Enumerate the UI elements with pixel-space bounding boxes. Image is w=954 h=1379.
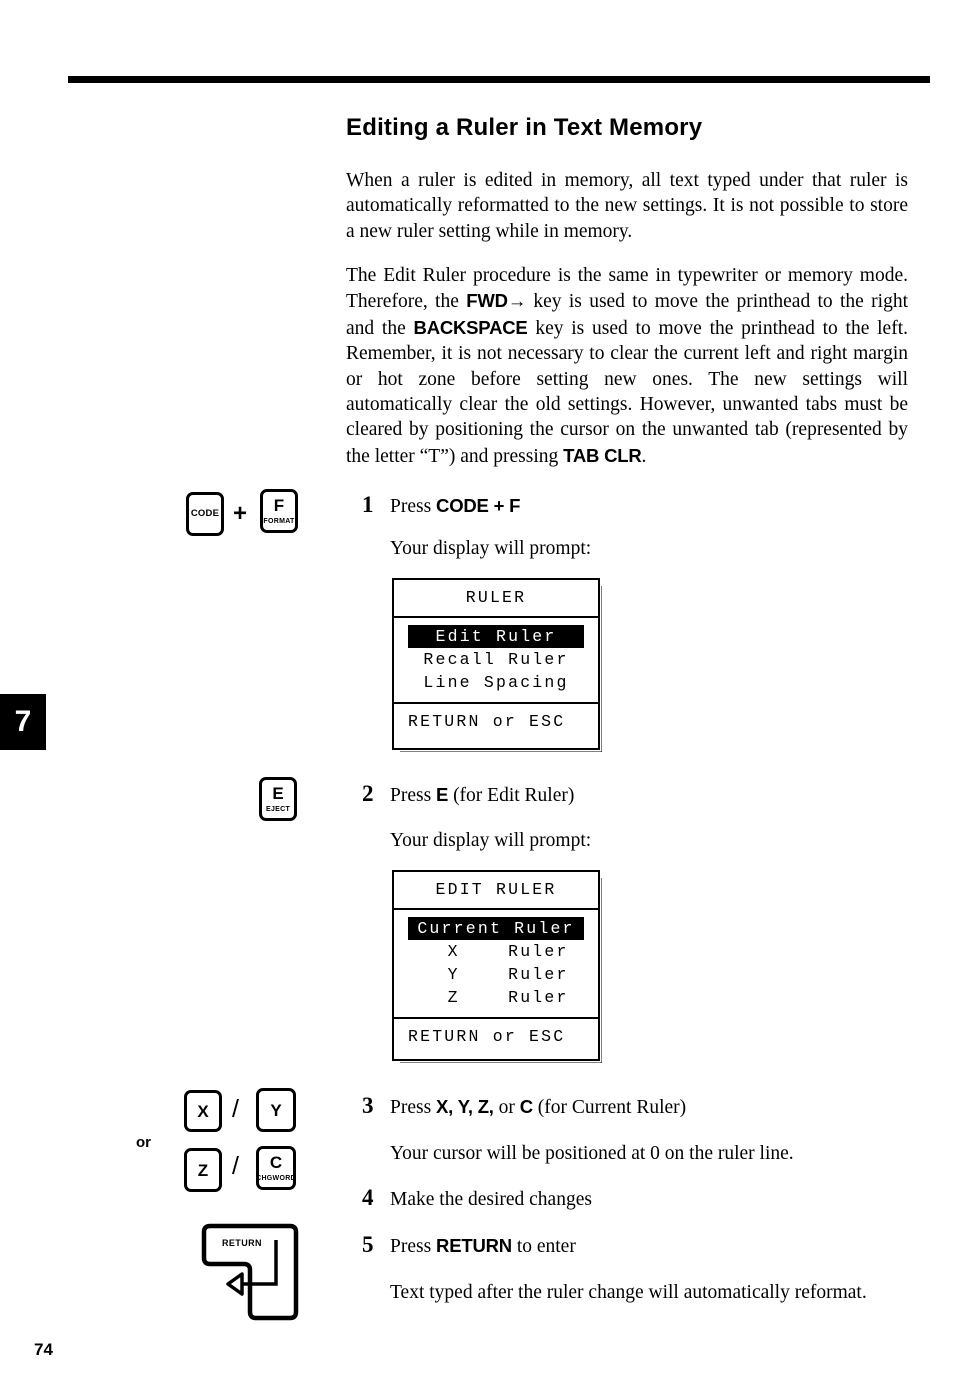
key-z-icon: Z (184, 1148, 222, 1192)
lcd-ruler-footer: RETURN or ESC (408, 712, 566, 731)
step-3-text-b: or (493, 1097, 520, 1118)
header-rule (68, 76, 930, 83)
step-5-key: RETURN (436, 1235, 512, 1256)
key-x-label: X (197, 1101, 209, 1121)
key-e-label: E (272, 784, 284, 803)
step-3-keys: X, Y, Z, (436, 1096, 494, 1117)
step-5-text: Press RETURN to enter (390, 1233, 576, 1259)
lcd-edit-ruler-menu: Current Ruler X Ruler Y Ruler Z Ruler (394, 910, 598, 1019)
key-tabclr-inline: TAB CLR (563, 444, 642, 466)
step-1-text-a: Press (390, 496, 437, 517)
procedure-paragraph: The Edit Ruler procedure is the same in … (346, 263, 908, 469)
step-4-text-a: Make the desired changes (390, 1189, 592, 1210)
step-1-key: CODE + F (436, 495, 521, 516)
lcd-edit-ruler-item-y[interactable]: Y Ruler (394, 963, 598, 986)
key-c-chgword-icon: C CHGWORD (256, 1146, 296, 1190)
lcd-dialog-edit-ruler: EDIT RULER Current Ruler X Ruler Y Ruler… (392, 870, 600, 1061)
key-return-label: RETURN (222, 1238, 262, 1248)
key-backspace-inline: BACKSPACE (413, 316, 528, 338)
key-code-label: CODE (190, 508, 220, 520)
key-code-icon: CODE (186, 492, 224, 536)
lcd-edit-ruler-item-z[interactable]: Z Ruler (394, 986, 598, 1009)
page-title: Editing a Ruler in Text Memory (346, 114, 703, 141)
step-2-text-b: (for Edit Ruler) (448, 785, 575, 806)
step-1-number: 1 (362, 492, 374, 517)
key-c-label: C (269, 1153, 283, 1172)
step-5-text-a: Press (390, 1236, 437, 1257)
step-1-follow: Your display will prompt: (390, 538, 592, 559)
step-5-follow: Text typed after the ruler change will a… (390, 1282, 867, 1303)
step-2-number: 2 (362, 781, 374, 806)
step-4-number: 4 (362, 1185, 374, 1210)
step-3-number: 3 (362, 1093, 374, 1118)
step-2: 2 Press E (for Edit Ruler) (362, 781, 574, 808)
manual-page: 7 Editing a Ruler in Text Memory When a … (0, 0, 954, 1379)
lcd-ruler-item-recall[interactable]: Recall Ruler (394, 648, 598, 671)
step-3-key-c: C (519, 1096, 533, 1117)
lcd-edit-ruler-item-x[interactable]: X Ruler (394, 940, 598, 963)
key-f-sublabel: FORMAT (263, 518, 295, 525)
key-y-label: Y (270, 1100, 282, 1120)
par2-text-d: . (641, 445, 647, 467)
step-3-text-a: Press (390, 1097, 437, 1118)
key-f-label: F (273, 496, 285, 515)
step-3: 3 Press X, Y, Z, or C (for Current Ruler… (362, 1093, 686, 1120)
step-5-text-b: to enter (511, 1236, 576, 1257)
key-e-eject-icon: E EJECT (259, 777, 297, 821)
key-e-sublabel: EJECT (265, 806, 291, 813)
key-return-icon: RETURN (198, 1222, 302, 1322)
step-2-follow: Your display will prompt: (390, 830, 592, 851)
key-y-icon: Y (256, 1088, 296, 1132)
step-5: 5 Press RETURN to enter (362, 1232, 576, 1259)
key-z-label: Z (197, 1160, 209, 1180)
lcd-edit-ruler-item-current[interactable]: Current Ruler (408, 917, 584, 940)
step-4-text: Make the desired changes (390, 1187, 592, 1212)
step-5-number: 5 (362, 1232, 374, 1257)
intro-paragraph: When a ruler is edited in memory, all te… (346, 170, 908, 242)
step-3-follow: Your cursor will be positioned at 0 on t… (390, 1143, 794, 1164)
step-1: 1 Press CODE + F (362, 492, 520, 519)
lcd-ruler-title: RULER (394, 580, 598, 618)
step-3-text-c: (for Current Ruler) (532, 1097, 687, 1118)
plus-symbol: + (233, 500, 248, 527)
lcd-ruler-item-edit[interactable]: Edit Ruler (408, 625, 584, 648)
key-f-format-icon: F FORMAT (260, 489, 298, 533)
step-2-key: E (436, 784, 449, 805)
key-fwd-inline: FWD→ (466, 290, 527, 312)
step-3-text: Press X, Y, Z, or C (for Current Ruler) (390, 1094, 686, 1120)
or-label: or (136, 1134, 151, 1151)
step-4: 4 Make the desired changes (362, 1185, 592, 1212)
page-number: 74 (34, 1340, 53, 1359)
slash-symbol-1: / (232, 1095, 239, 1123)
lcd-edit-ruler-footer: RETURN or ESC (408, 1027, 566, 1046)
step-1-text: Press CODE + F (390, 493, 520, 519)
chapter-tab: 7 (0, 694, 46, 750)
lcd-ruler-item-linespacing[interactable]: Line Spacing (394, 671, 598, 694)
lcd-dialog-ruler: RULER Edit Ruler Recall Ruler Line Spaci… (392, 578, 600, 750)
step-2-text: Press E (for Edit Ruler) (390, 782, 574, 808)
step-2-text-a: Press (390, 785, 437, 806)
key-x-icon: X (184, 1090, 222, 1132)
slash-symbol-2: / (232, 1152, 239, 1180)
return-key-shape (201, 1223, 299, 1321)
lcd-edit-ruler-title: EDIT RULER (394, 872, 598, 910)
key-c-sublabel: CHGWORD (256, 1175, 296, 1182)
lcd-ruler-menu: Edit Ruler Recall Ruler Line Spacing (394, 618, 598, 704)
